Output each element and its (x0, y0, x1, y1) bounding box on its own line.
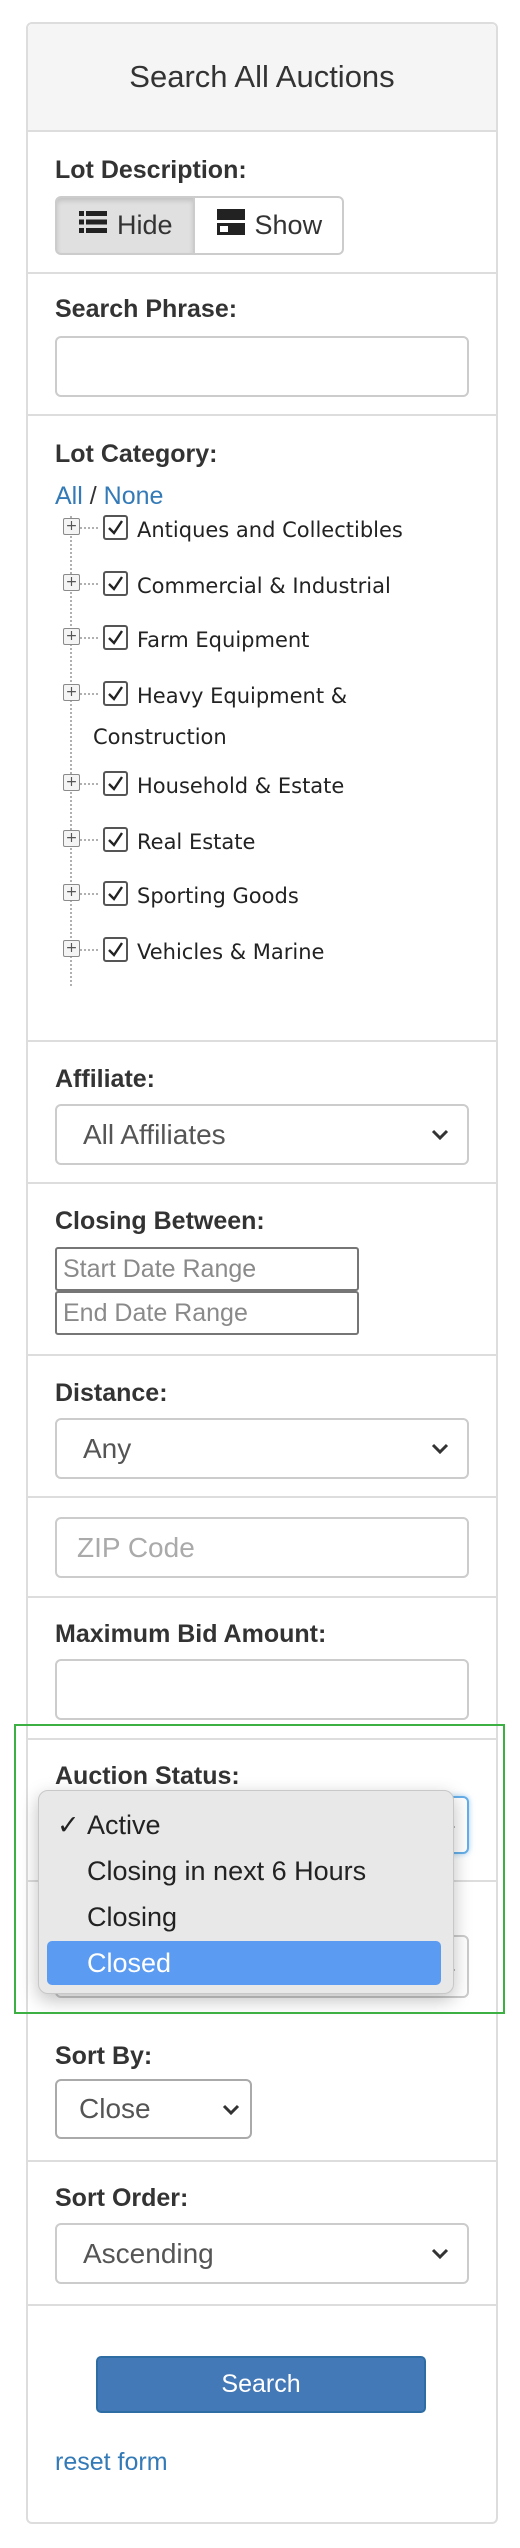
all-link[interactable]: All (55, 482, 83, 510)
category-label-continued: Construction (93, 725, 227, 749)
max-bid-label: Maximum Bid Amount: (55, 1620, 327, 1648)
affiliate-select[interactable]: All Affiliates (55, 1104, 469, 1165)
lot-description-label: Lot Description: (55, 156, 247, 184)
chevron-down-icon (431, 1443, 449, 1455)
divider (26, 414, 498, 416)
category-checkbox[interactable] (103, 827, 128, 852)
distance-label: Distance: (55, 1379, 168, 1407)
sort-by-select[interactable]: Close (55, 2079, 252, 2139)
category-select-links: All / None (55, 482, 163, 511)
reset-form-link[interactable]: reset form (55, 2448, 168, 2477)
sort-by-label: Sort By: (55, 2042, 153, 2070)
hide-button-label: Hide (117, 210, 173, 240)
start-date-input[interactable]: Start Date Range (55, 1247, 359, 1291)
expand-icon[interactable]: + (63, 940, 80, 957)
show-button[interactable]: Show (194, 196, 345, 255)
category-label: Heavy Equipment & (137, 684, 348, 708)
category-checkbox[interactable] (103, 625, 128, 650)
end-date-input[interactable]: End Date Range (55, 1291, 359, 1335)
panel-title: Search All Auctions (28, 24, 496, 132)
link-separator: / (89, 482, 97, 510)
category-tree: + Antiques and Collectibles + Commercial… (55, 508, 475, 988)
show-button-label: Show (254, 210, 323, 240)
divider (26, 272, 498, 274)
category-checkbox[interactable] (103, 571, 128, 596)
search-button[interactable]: Search (96, 2356, 426, 2413)
search-phrase-input[interactable] (55, 336, 469, 397)
divider (26, 1496, 498, 1498)
chevron-down-icon (222, 2104, 240, 2116)
sort-by-selected-value: Close (79, 2093, 151, 2124)
distance-select[interactable]: Any (55, 1418, 469, 1479)
divider (26, 1354, 498, 1356)
zip-code-input[interactable]: ZIP Code (55, 1517, 469, 1578)
category-label: Sporting Goods (137, 884, 299, 908)
distance-selected-value: Any (83, 1432, 132, 1464)
highlight-frame (14, 1724, 505, 2014)
divider (26, 1040, 498, 1042)
category-label: Household & Estate (137, 774, 345, 798)
category-label: Real Estate (137, 830, 256, 854)
affiliate-selected-value: All Affiliates (83, 1118, 226, 1150)
expand-icon[interactable]: + (63, 774, 80, 791)
category-checkbox[interactable] (103, 771, 128, 796)
category-checkbox[interactable] (103, 881, 128, 906)
category-label: Commercial & Industrial (137, 574, 391, 598)
category-label: Farm Equipment (137, 628, 310, 652)
divider (26, 2304, 498, 2306)
expand-icon[interactable]: + (63, 628, 80, 645)
expand-icon[interactable]: + (63, 684, 80, 701)
card-icon (216, 209, 245, 242)
lot-category-label: Lot Category: (55, 440, 218, 468)
expand-icon[interactable]: + (63, 518, 80, 535)
max-bid-input[interactable] (55, 1659, 469, 1720)
category-label: Antiques and Collectibles (137, 518, 403, 542)
divider (26, 1182, 498, 1184)
sort-order-selected-value: Ascending (83, 2237, 214, 2269)
chevron-down-icon (431, 2248, 449, 2260)
list-icon (79, 210, 107, 241)
category-checkbox[interactable] (103, 937, 128, 962)
expand-icon[interactable]: + (63, 884, 80, 901)
expand-icon[interactable]: + (63, 830, 80, 847)
closing-between-label: Closing Between: (55, 1207, 265, 1235)
sort-order-label: Sort Order: (55, 2184, 189, 2212)
search-phrase-label: Search Phrase: (55, 295, 238, 323)
lot-description-toggle: Hide Show (55, 196, 345, 255)
chevron-down-icon (431, 1129, 449, 1141)
category-checkbox[interactable] (103, 681, 128, 706)
divider (26, 2160, 498, 2162)
divider (26, 1596, 498, 1598)
category-label: Vehicles & Marine (137, 940, 325, 964)
sort-order-select[interactable]: Ascending (55, 2223, 469, 2284)
affiliate-label: Affiliate: (55, 1065, 155, 1093)
expand-icon[interactable]: + (63, 574, 80, 591)
none-link[interactable]: None (104, 482, 164, 510)
hide-button[interactable]: Hide (55, 196, 195, 255)
category-checkbox[interactable] (103, 515, 128, 540)
